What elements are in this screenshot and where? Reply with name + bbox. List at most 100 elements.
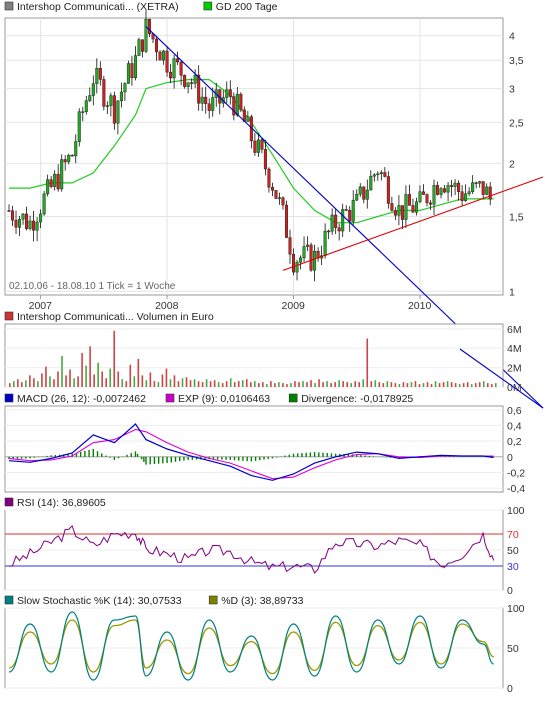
candle-body <box>228 89 232 97</box>
volume-bar <box>470 384 473 387</box>
volume-bar <box>322 382 324 387</box>
volume-bar <box>378 382 381 387</box>
candle-body <box>95 68 99 84</box>
candle-body <box>274 190 278 199</box>
candle-body <box>372 174 376 177</box>
candle-body <box>453 182 457 187</box>
candle-body <box>397 205 401 216</box>
candle-body <box>302 246 306 259</box>
candle-body <box>299 257 303 263</box>
volume-bar <box>29 375 31 387</box>
volume-bar <box>310 380 312 387</box>
volume-bar <box>77 376 79 387</box>
candle-body <box>376 173 380 176</box>
candle-body <box>204 96 208 104</box>
candle-body <box>432 185 436 205</box>
legend-swatch <box>4 595 14 605</box>
volume-bar <box>53 379 55 387</box>
candle-body <box>165 50 169 73</box>
y-tick-label: 0,6 <box>507 405 522 417</box>
volume-bar <box>386 381 389 387</box>
volume-bar <box>446 381 449 387</box>
candle-body <box>284 204 288 238</box>
candle-body <box>485 186 489 195</box>
volume-bar <box>298 382 300 387</box>
volume-bar <box>338 380 340 387</box>
volume-bar <box>254 381 256 387</box>
candle-body <box>351 199 355 222</box>
volume-bar <box>229 378 232 387</box>
legend-swatch <box>4 1 14 11</box>
volume-bar <box>65 375 67 387</box>
volume-bar <box>109 368 112 387</box>
candle-body <box>130 63 134 79</box>
candle-body <box>155 38 159 53</box>
candle-body <box>390 203 394 211</box>
volume-bar <box>245 379 248 387</box>
volume-panel <box>4 323 504 388</box>
candle-body <box>56 173 60 190</box>
volume-bar <box>17 379 19 387</box>
macd-panel <box>4 405 504 493</box>
volume-bar <box>346 382 348 387</box>
legend-label: Slow Stochastic %K (14): 30,07533 <box>17 595 182 607</box>
volume-bar <box>165 368 168 387</box>
price-panel <box>4 17 504 296</box>
candle-body <box>425 194 429 204</box>
candle-body <box>140 39 144 52</box>
volume-bar <box>478 382 481 387</box>
volume-bar <box>169 379 172 387</box>
candle-body <box>28 220 32 229</box>
candle-body <box>292 254 296 273</box>
volume-bar <box>326 381 328 387</box>
candle-body <box>404 194 408 220</box>
y-tick-label: 0 <box>507 585 513 597</box>
candle-body <box>383 172 387 177</box>
candle-body <box>246 116 250 122</box>
volume-bar <box>490 384 493 387</box>
volume-bar <box>418 384 421 387</box>
candle-body <box>407 194 411 206</box>
candle-body <box>32 220 36 231</box>
volume-bar <box>73 378 75 387</box>
volume-bar <box>25 380 27 387</box>
candle-body <box>137 39 141 56</box>
volume-bar <box>121 379 124 387</box>
candle-body <box>74 141 78 157</box>
candle-body <box>260 139 264 150</box>
y-tick-label: 3 <box>509 84 515 96</box>
legend-swatch <box>4 393 14 403</box>
candle-body <box>429 202 433 205</box>
volume-bar <box>181 378 184 387</box>
candle-body <box>467 191 471 194</box>
volume-bar <box>430 384 433 387</box>
candle-body <box>439 188 443 195</box>
volume-bar <box>125 381 128 387</box>
candle-body <box>207 103 211 111</box>
candle-body <box>67 154 71 163</box>
candle-body <box>225 89 229 98</box>
candle-body <box>327 230 331 233</box>
candle-body <box>7 210 11 212</box>
volume-bar <box>213 380 216 387</box>
volume-bar <box>270 381 272 387</box>
volume-bar <box>494 383 497 387</box>
candle-body <box>295 262 299 273</box>
candle-body <box>60 159 64 190</box>
x-tick-label: 2010 <box>408 300 432 312</box>
volume-bar <box>330 383 332 387</box>
volume-bar <box>133 376 136 387</box>
volume-bar <box>382 383 385 387</box>
candle-body <box>119 91 123 102</box>
volume-bar <box>398 384 401 387</box>
volume-bar <box>286 384 288 387</box>
y-tick-label: 0 <box>507 452 513 464</box>
volume-bar <box>129 364 132 387</box>
chart-stage: 4 3,5 3 2,5 2 1,5 1 2007 2008 2009 2010 Intershop C… <box>0 0 545 698</box>
volume-bar <box>117 371 120 387</box>
y-tick-label: 2 <box>509 158 515 170</box>
volume-bar <box>294 381 296 387</box>
candle-body <box>446 185 450 193</box>
candle-body <box>281 197 285 206</box>
candle-body <box>235 93 239 116</box>
